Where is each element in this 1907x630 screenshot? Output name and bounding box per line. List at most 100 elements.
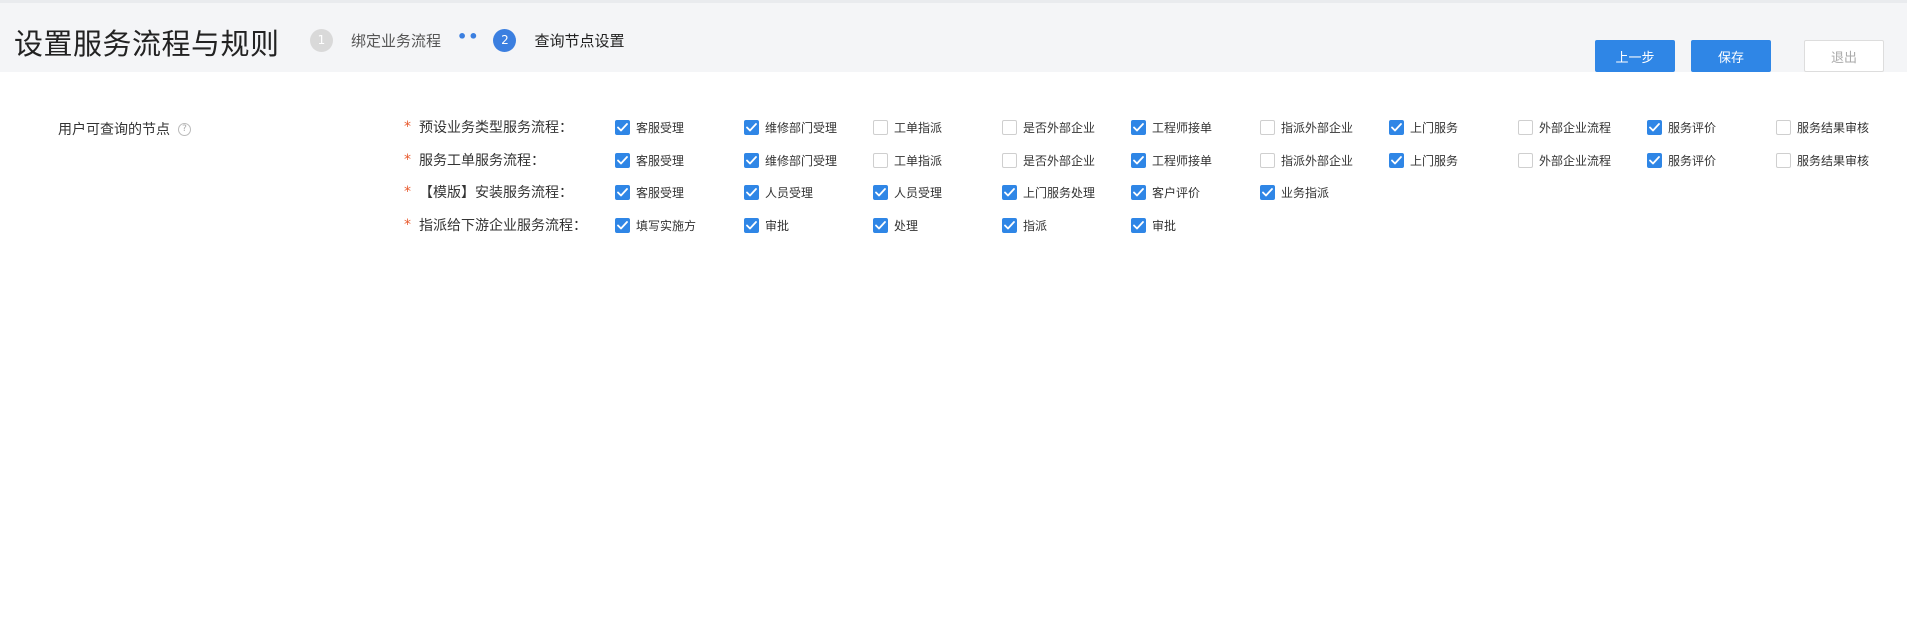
checkbox-unchecked-icon[interactable] [1518, 152, 1533, 168]
checkbox-checked-icon[interactable] [1131, 152, 1146, 168]
prev-step-button[interactable]: 上一步 [1595, 40, 1675, 72]
node-checkbox[interactable]: 服务结果审核 [1776, 152, 1869, 168]
node-checkbox[interactable]: 上门服务 [1389, 119, 1458, 135]
node-checkbox-label: 维修部门受理 [765, 120, 838, 135]
checkbox-checked-icon[interactable] [1002, 217, 1017, 233]
flow-label-text: 指派给下游企业服务流程： [419, 218, 587, 234]
checkbox-checked-icon[interactable] [615, 119, 630, 135]
node-checkbox[interactable]: 工单指派 [873, 152, 942, 168]
checkbox-checked-icon[interactable] [1260, 184, 1275, 200]
checkbox-unchecked-icon[interactable] [1002, 119, 1017, 135]
node-checkbox-label: 服务结果审核 [1797, 120, 1870, 135]
node-checkbox-label: 客户评价 [1152, 185, 1201, 200]
header-bar: 设置服务流程与规则 1 绑定业务流程 •• 2 查询节点设置 上一步 保存 退出 [0, 0, 1907, 72]
checkbox-checked-icon[interactable] [615, 217, 630, 233]
node-checkbox[interactable]: 人员受理 [873, 184, 942, 200]
node-checkbox-label: 工程师接单 [1152, 120, 1213, 135]
node-checkbox[interactable]: 工程师接单 [1131, 119, 1212, 135]
node-checkbox[interactable]: 外部企业流程 [1518, 152, 1611, 168]
checkbox-checked-icon[interactable] [744, 119, 759, 135]
checkbox-unchecked-icon[interactable] [1260, 119, 1275, 135]
node-checkbox-label: 工单指派 [894, 120, 943, 135]
node-checkbox[interactable]: 维修部门受理 [744, 119, 837, 135]
node-checkbox-label: 客服受理 [636, 153, 685, 168]
checkbox-checked-icon[interactable] [744, 152, 759, 168]
node-checkbox[interactable]: 服务评价 [1647, 152, 1716, 168]
field-label: 用户可查询的节点 ? [58, 119, 191, 139]
node-checkbox-label: 外部企业流程 [1539, 153, 1612, 168]
checkbox-checked-icon[interactable] [744, 184, 759, 200]
node-checkbox[interactable]: 服务结果审核 [1776, 119, 1869, 135]
flow-label-text: 预设业务类型服务流程： [419, 120, 573, 136]
checkbox-checked-icon[interactable] [744, 217, 759, 233]
checkbox-checked-icon[interactable] [615, 184, 630, 200]
node-checkbox[interactable]: 外部企业流程 [1518, 119, 1611, 135]
checkbox-checked-icon[interactable] [1647, 152, 1662, 168]
flow-label: * 预设业务类型服务流程： [404, 117, 573, 137]
step-2-number: 2 [493, 28, 517, 52]
required-mark: * [404, 184, 411, 200]
checkbox-unchecked-icon[interactable] [873, 152, 888, 168]
checkbox-checked-icon[interactable] [1647, 119, 1662, 135]
checkbox-checked-icon[interactable] [615, 152, 630, 168]
node-checkbox[interactable]: 业务指派 [1260, 184, 1329, 200]
node-checkbox[interactable]: 客服受理 [615, 119, 684, 135]
node-checkbox[interactable]: 处理 [873, 217, 918, 233]
node-checkbox[interactable]: 工程师接单 [1131, 152, 1212, 168]
checkbox-unchecked-icon[interactable] [1260, 152, 1275, 168]
node-checkbox-label: 上门服务 [1410, 120, 1459, 135]
flow-label: * 指派给下游企业服务流程： [404, 215, 587, 235]
checkbox-checked-icon[interactable] [1002, 184, 1017, 200]
node-checkbox-label: 审批 [1152, 218, 1177, 233]
node-checkbox-label: 服务结果审核 [1797, 153, 1870, 168]
node-checkbox[interactable]: 服务评价 [1647, 119, 1716, 135]
node-checkbox-label: 服务评价 [1668, 120, 1717, 135]
exit-button[interactable]: 退出 [1804, 40, 1884, 72]
checkbox-checked-icon[interactable] [1131, 184, 1146, 200]
node-checkbox[interactable]: 客服受理 [615, 152, 684, 168]
node-checkbox[interactable]: 是否外部企业 [1002, 152, 1095, 168]
node-checkbox[interactable]: 是否外部企业 [1002, 119, 1095, 135]
checkbox-checked-icon[interactable] [1389, 119, 1404, 135]
checkbox-checked-icon[interactable] [1131, 119, 1146, 135]
step-1-number: 1 [310, 28, 333, 52]
node-checkbox[interactable]: 指派外部企业 [1260, 152, 1353, 168]
node-checkbox[interactable]: 指派外部企业 [1260, 119, 1353, 135]
node-checkbox[interactable]: 人员受理 [744, 184, 813, 200]
checkbox-checked-icon[interactable] [1131, 217, 1146, 233]
node-checkbox[interactable]: 上门服务处理 [1002, 184, 1095, 200]
node-checkbox-label: 维修部门受理 [765, 153, 838, 168]
node-checkbox[interactable]: 审批 [1131, 217, 1176, 233]
required-mark: * [404, 217, 411, 233]
node-checkbox[interactable]: 客户评价 [1131, 184, 1200, 200]
node-checkbox[interactable]: 审批 [744, 217, 789, 233]
node-checkbox[interactable]: 工单指派 [873, 119, 942, 135]
checkbox-unchecked-icon[interactable] [1776, 152, 1791, 168]
help-icon[interactable]: ? [178, 122, 191, 136]
node-checkbox[interactable]: 上门服务 [1389, 152, 1458, 168]
node-checkbox-label: 上门服务 [1410, 153, 1459, 168]
flow-row: * 服务工单服务流程： 客服受理 维修部门受理 工单指派 是否外部企业 工程师接单 指派外部企… [404, 150, 1904, 170]
checkbox-unchecked-icon[interactable] [873, 119, 888, 135]
checkbox-unchecked-icon[interactable] [1518, 119, 1533, 135]
save-button[interactable]: 保存 [1691, 40, 1771, 72]
node-checkbox-label: 是否外部企业 [1023, 120, 1096, 135]
node-checkbox-label: 人员受理 [894, 185, 943, 200]
page-title: 设置服务流程与规则 [14, 27, 280, 61]
node-checkbox-label: 工程师接单 [1152, 153, 1213, 168]
checkbox-checked-icon[interactable] [873, 184, 888, 200]
step-connector: •• [457, 26, 480, 46]
node-checkbox[interactable]: 维修部门受理 [744, 152, 837, 168]
checkbox-checked-icon[interactable] [873, 217, 888, 233]
checkbox-unchecked-icon[interactable] [1776, 119, 1791, 135]
step-1-label: 绑定业务流程 [351, 31, 442, 50]
checkbox-checked-icon[interactable] [1389, 152, 1404, 168]
required-mark: * [404, 119, 411, 135]
node-checkbox-label: 外部企业流程 [1539, 120, 1612, 135]
node-checkbox-label: 处理 [894, 218, 919, 233]
flow-label-text: 【模版】安装服务流程： [419, 185, 573, 201]
node-checkbox[interactable]: 客服受理 [615, 184, 684, 200]
node-checkbox[interactable]: 填写实施方 [615, 217, 696, 233]
node-checkbox[interactable]: 指派 [1002, 217, 1047, 233]
checkbox-unchecked-icon[interactable] [1002, 152, 1017, 168]
